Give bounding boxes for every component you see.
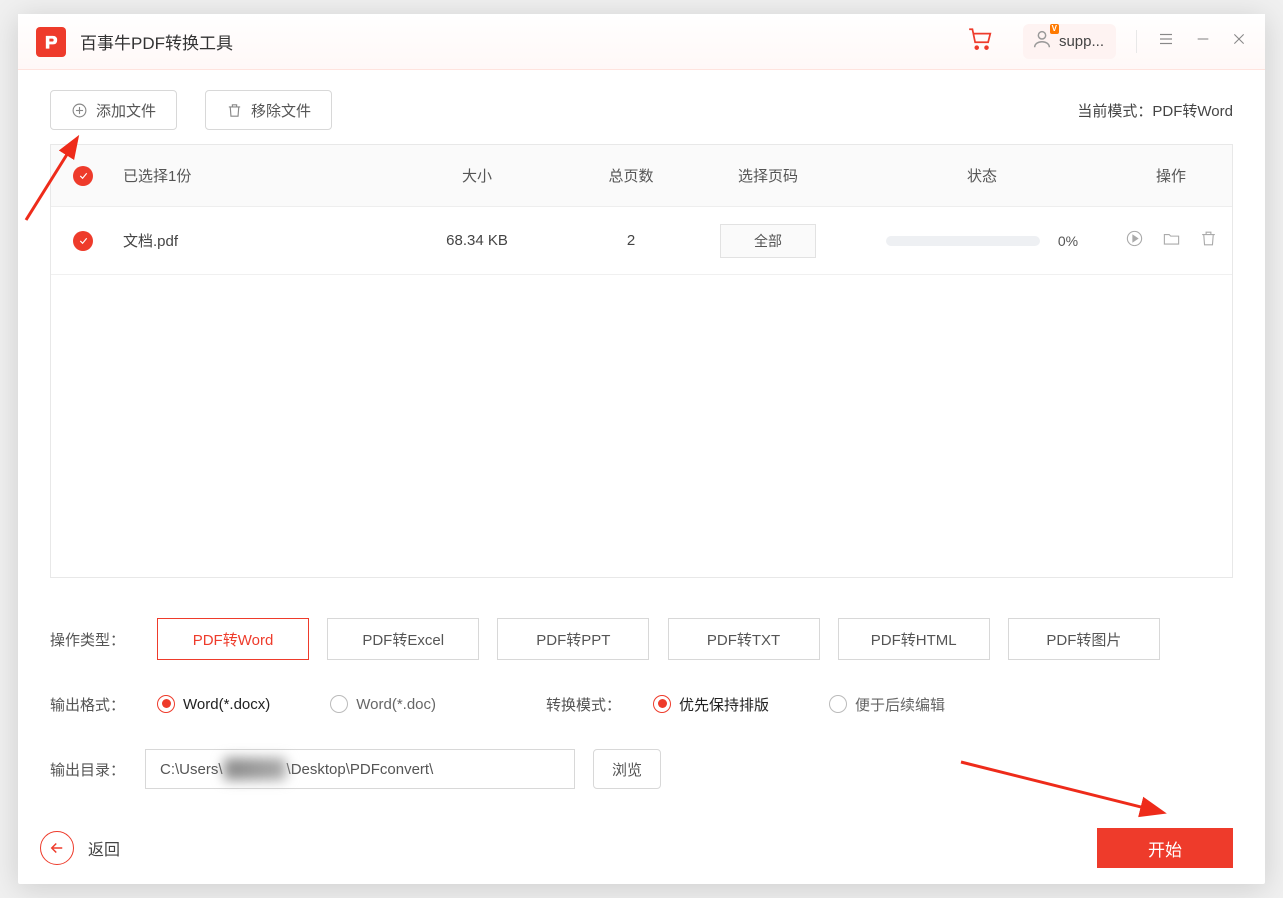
- play-icon[interactable]: [1125, 229, 1144, 252]
- radio-icon: [157, 695, 175, 713]
- convert-mode-label: 转换模式：: [546, 694, 621, 715]
- radio-icon: [653, 695, 671, 713]
- format-mode-row: 输出格式： Word(*.docx) Word(*.doc) 转换模式： 优先保…: [50, 694, 1233, 715]
- add-file-button[interactable]: 添加文件: [50, 90, 177, 130]
- header-actions: 操作: [1115, 165, 1227, 186]
- user-icon: V: [1031, 28, 1053, 55]
- header-select-pages: 选择页码: [687, 165, 849, 186]
- close-icon[interactable]: [1231, 31, 1247, 52]
- type-pdf-to-image[interactable]: PDF转图片: [1008, 618, 1160, 660]
- row-checkbox[interactable]: [73, 231, 93, 251]
- app-title: 百事牛PDF转换工具: [80, 29, 233, 54]
- output-dir-label: 输出目录：: [50, 759, 125, 780]
- current-mode: 当前模式：PDF转Word: [1077, 100, 1233, 121]
- redacted-username: [224, 758, 286, 780]
- add-file-label: 添加文件: [96, 100, 156, 121]
- header-pages: 总页数: [575, 165, 687, 186]
- folder-icon[interactable]: [1162, 229, 1181, 252]
- format-docx-radio[interactable]: Word(*.docx): [157, 696, 270, 714]
- cell-actions: [1115, 229, 1227, 252]
- options-panel: 操作类型： PDF转Word PDF转Excel PDF转PPT PDF转TXT…: [50, 578, 1233, 789]
- type-pdf-to-ppt[interactable]: PDF转PPT: [497, 618, 649, 660]
- titlebar: 百事牛PDF转换工具 V supp...: [18, 14, 1265, 70]
- window-controls: [1136, 30, 1247, 53]
- app-logo: [36, 27, 66, 57]
- table-header-row: 已选择1份 大小 总页数 选择页码 状态 操作: [51, 145, 1232, 207]
- radio-icon: [330, 695, 348, 713]
- header-status: 状态: [849, 165, 1115, 186]
- output-format-label: 输出格式：: [50, 694, 125, 715]
- operation-type-buttons: PDF转Word PDF转Excel PDF转PPT PDF转TXT PDF转H…: [157, 618, 1160, 660]
- delete-icon[interactable]: [1199, 229, 1218, 252]
- cell-filename: 文档.pdf: [115, 230, 379, 251]
- cell-status: 0%: [849, 233, 1115, 249]
- mode-layout-radio[interactable]: 优先保持排版: [653, 694, 769, 715]
- cell-pages: 2: [575, 232, 687, 249]
- remove-file-button[interactable]: 移除文件: [205, 90, 332, 130]
- operation-type-label: 操作类型：: [50, 629, 125, 650]
- select-all-checkbox[interactable]: [73, 166, 93, 186]
- progress-bar: [886, 236, 1040, 246]
- cart-icon[interactable]: [965, 26, 995, 57]
- table-row: 文档.pdf 68.34 KB 2 全部 0%: [51, 207, 1232, 275]
- output-dir-row: 输出目录： C:\Users\ \Desktop\PDFconvert\ 浏览: [50, 749, 1233, 789]
- mode-edit-radio[interactable]: 便于后续编辑: [829, 694, 945, 715]
- operation-type-row: 操作类型： PDF转Word PDF转Excel PDF转PPT PDF转TXT…: [50, 618, 1233, 660]
- vip-badge: V: [1050, 24, 1059, 34]
- header-size: 大小: [379, 165, 575, 186]
- progress-percent: 0%: [1058, 233, 1078, 249]
- content-area: 添加文件 移除文件 当前模式：PDF转Word 已选择1份 大小: [18, 70, 1265, 812]
- bottom-bar: 返回 开始: [18, 830, 1265, 884]
- select-pages-button[interactable]: 全部: [720, 224, 816, 258]
- format-doc-radio[interactable]: Word(*.doc): [330, 696, 436, 714]
- start-button[interactable]: 开始: [1097, 828, 1233, 868]
- app-window: 百事牛PDF转换工具 V supp...: [18, 14, 1265, 884]
- type-pdf-to-html[interactable]: PDF转HTML: [838, 618, 990, 660]
- file-table: 已选择1份 大小 总页数 选择页码 状态 操作 文档.pdf 68.34 KB …: [50, 144, 1233, 578]
- user-account[interactable]: V supp...: [1023, 24, 1116, 59]
- browse-button[interactable]: 浏览: [593, 749, 661, 789]
- type-pdf-to-word[interactable]: PDF转Word: [157, 618, 309, 660]
- cell-size: 68.34 KB: [379, 232, 575, 249]
- radio-icon: [829, 695, 847, 713]
- file-toolbar: 添加文件 移除文件 当前模式：PDF转Word: [50, 90, 1233, 130]
- output-path-input[interactable]: C:\Users\ \Desktop\PDFconvert\: [145, 749, 575, 789]
- remove-file-label: 移除文件: [251, 100, 311, 121]
- back-label: 返回: [88, 836, 120, 860]
- user-name: supp...: [1059, 33, 1104, 50]
- minimize-icon[interactable]: [1195, 31, 1211, 52]
- menu-icon[interactable]: [1157, 30, 1175, 53]
- header-selected: 已选择1份: [115, 165, 379, 186]
- type-pdf-to-excel[interactable]: PDF转Excel: [327, 618, 479, 660]
- type-pdf-to-txt[interactable]: PDF转TXT: [668, 618, 820, 660]
- back-button[interactable]: [40, 831, 74, 865]
